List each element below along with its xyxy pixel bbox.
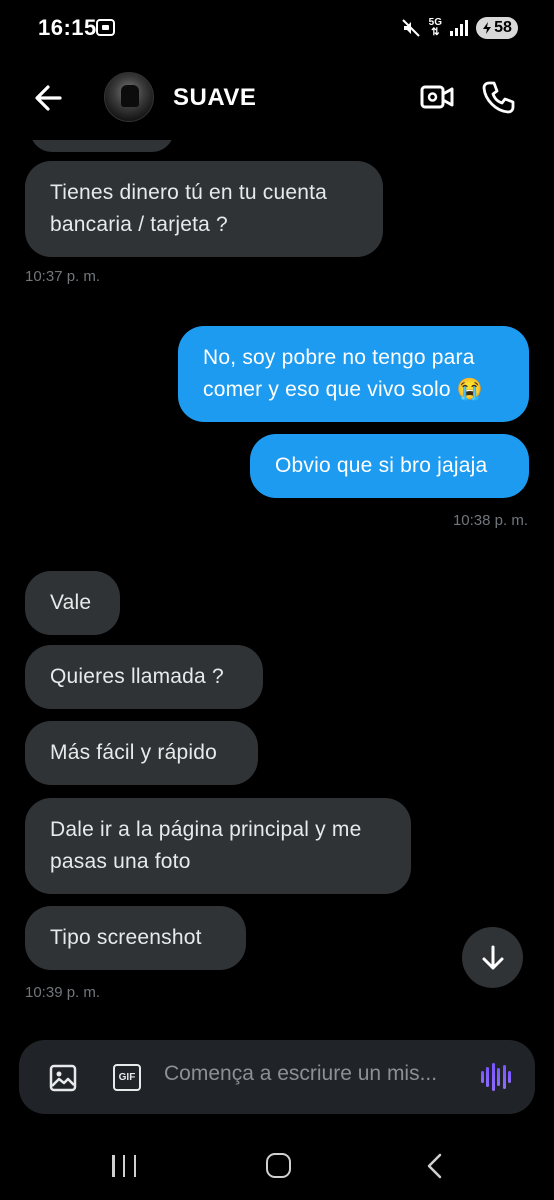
gif-button[interactable]: GIF xyxy=(113,1064,141,1091)
voice-message-button[interactable] xyxy=(481,1062,511,1092)
system-navigation-bar xyxy=(0,1130,554,1200)
status-time: 16:15 xyxy=(38,15,97,40)
chevron-left-icon xyxy=(427,1153,442,1179)
network-type: 5G ⇅ xyxy=(428,17,442,38)
message-timestamp: 10:39 p. m. xyxy=(25,984,101,1001)
voice-wave-icon xyxy=(481,1071,484,1083)
message-bubble-incoming[interactable]: Quieres llamada ? xyxy=(25,645,263,709)
signal-icon xyxy=(450,20,468,36)
avatar[interactable] xyxy=(104,72,154,122)
battery-indicator: 58 xyxy=(476,17,518,39)
message-bubble-outgoing[interactable]: No, soy pobre no tengo para comer y eso … xyxy=(178,326,529,422)
contact-name[interactable]: SUAVE xyxy=(173,84,256,112)
message-bubble-incoming[interactable]: Dale ir a la página principal y me pasas… xyxy=(25,798,411,894)
add-image-button[interactable] xyxy=(49,1064,77,1092)
recents-button[interactable] xyxy=(112,1155,136,1177)
mute-icon xyxy=(401,18,421,38)
message-timestamp: 10:38 p. m. xyxy=(452,512,528,529)
video-call-button[interactable] xyxy=(420,82,454,112)
image-icon xyxy=(49,1064,77,1092)
status-indicators: 5G ⇅ 58 xyxy=(401,15,518,41)
message-list[interactable]: Tienes dinero tú en tu cuenta bancaria /… xyxy=(0,128,554,1030)
screenshot-notification-icon xyxy=(96,19,115,36)
message-bubble-outgoing[interactable]: Obvio que si bro jajaja xyxy=(250,434,529,498)
scroll-to-bottom-button[interactable] xyxy=(462,927,523,988)
message-bubble-incoming[interactable]: Vale xyxy=(25,571,120,635)
home-button[interactable] xyxy=(266,1153,291,1178)
message-bubble-incoming[interactable]: Tienes dinero tú en tu cuenta bancaria /… xyxy=(25,161,383,257)
message-composer: GIF Comença a escriure un mis... xyxy=(19,1040,535,1114)
conversation-header: SUAVE xyxy=(0,56,554,140)
battery-level: 58 xyxy=(494,19,512,36)
back-button[interactable] xyxy=(30,80,70,116)
system-back-button[interactable] xyxy=(424,1152,444,1180)
voice-call-button[interactable] xyxy=(482,80,516,114)
arrow-down-icon xyxy=(482,945,503,969)
message-bubble-incoming[interactable]: Tipo screenshot xyxy=(25,906,246,970)
charging-icon xyxy=(483,22,492,34)
video-camera-icon xyxy=(420,85,454,109)
message-timestamp: 10:37 p. m. xyxy=(25,268,101,285)
gif-icon: GIF xyxy=(118,1072,136,1083)
message-bubble-incoming[interactable]: Más fácil y rápido xyxy=(25,721,258,785)
message-input[interactable]: Comença a escriure un mis... xyxy=(164,1062,437,1086)
status-bar: 16:15 5G ⇅ 58 xyxy=(0,0,554,56)
phone-icon xyxy=(482,81,515,114)
arrow-left-icon xyxy=(35,85,62,111)
